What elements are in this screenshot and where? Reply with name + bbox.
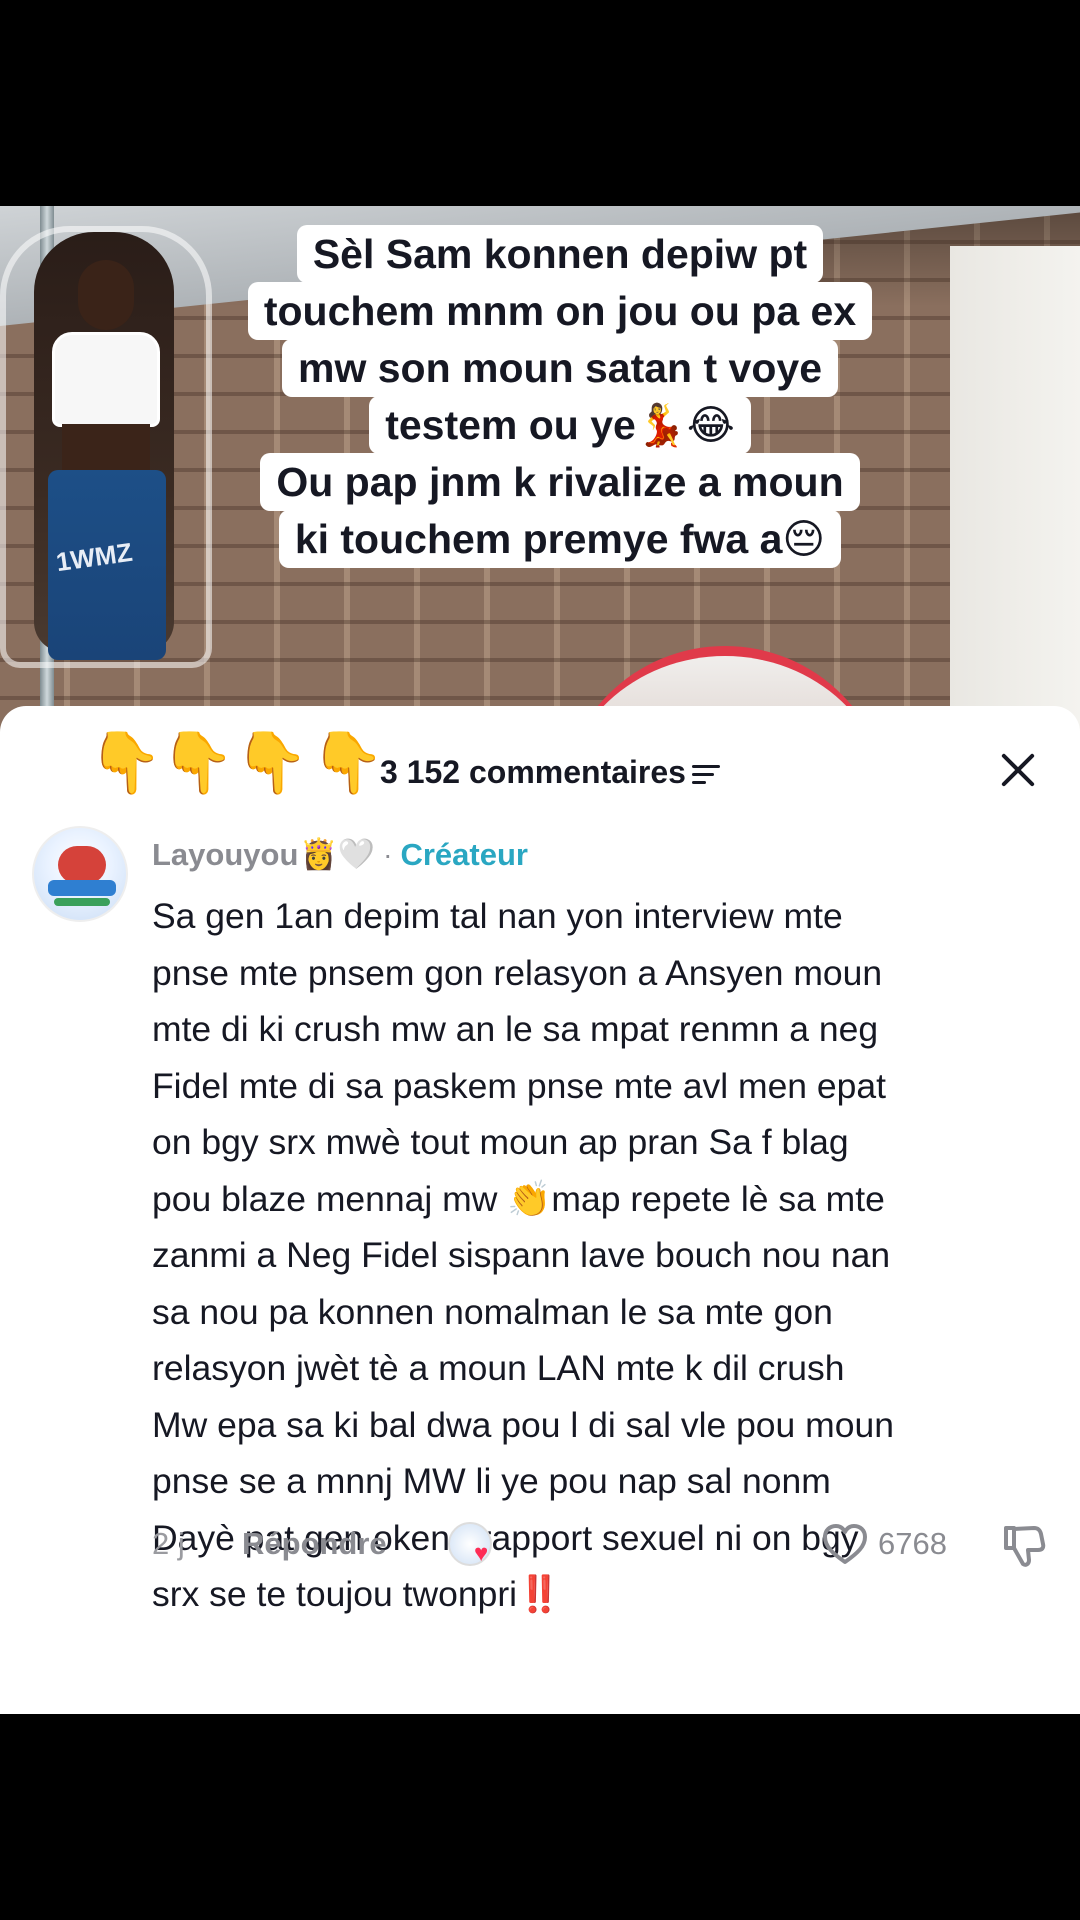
comment-line: Sa gen 1an depim tal nan yon interview m…: [152, 896, 843, 936]
comment-line: Fidel mte di sa paskem pnse mte avl men …: [152, 1065, 887, 1106]
reply-button[interactable]: Répondre: [242, 1526, 387, 1562]
sort-icon[interactable]: [691, 761, 722, 785]
comment-line: pnse mte pnsem gon relasyon a Ansyen mou…: [152, 952, 883, 993]
like-count: 6768: [878, 1526, 947, 1561]
comment-line: relasyon jwèt tè a moun LAN mte k dil cr…: [152, 1348, 845, 1388]
avatar[interactable]: [32, 826, 128, 922]
video-caption: Sèl Sam konnen depiw pt touchem mnm on j…: [210, 225, 910, 568]
pointing-down-emoji: 👇: [234, 729, 309, 796]
comment-line: Mw epa sa ki bal dwa pou l di sal vle po…: [152, 1404, 894, 1445]
comment-line: sa nou pa konnen nomalman le sa mte gon: [152, 1291, 833, 1332]
person-sticker: 1WMZ: [0, 226, 212, 668]
comment-line: mte di ki crush mw an le sa mpat renmn a…: [152, 1009, 879, 1049]
caption-line: testem ou ye💃😂: [369, 396, 751, 454]
comment-meta: Layouyou 👸🤍 · Créateur: [152, 832, 528, 878]
sticker-outline: [0, 226, 212, 668]
comments-header: 👇 👇 👇 👇 3 152 commentaires: [0, 716, 1080, 816]
comment-line: on bgy srx mwè tout moun ap pran Sa f bl…: [152, 1122, 849, 1162]
pointing-down-emoji: 👇: [310, 729, 385, 796]
like-icon[interactable]: [820, 1520, 870, 1570]
pointing-down-emoji: 👇: [160, 729, 235, 796]
comment-line: zanmi a Neg Fidel sispann lave bouch nou…: [152, 1235, 891, 1275]
creator-badge: Créateur: [400, 837, 528, 872]
comment-text: Sa gen 1an depim tal nan yon interview m…: [152, 888, 1052, 1623]
comment-username[interactable]: Layouyou: [152, 832, 298, 878]
close-icon[interactable]: [994, 746, 1042, 794]
pointing-down-emoji: 👇: [88, 729, 163, 796]
heart-icon: ♥: [474, 1540, 489, 1567]
caption-line: touchem mnm on jou ou pa ex: [247, 282, 873, 340]
comment-count-label: 3 152 commentaires: [380, 754, 686, 790]
dislike-icon[interactable]: [998, 1520, 1048, 1570]
comment-line: pnse se a mnnj MW li ye pou nap sal nonm: [152, 1461, 831, 1501]
caption-line: Ou pap jnm k rivalize a moun: [260, 453, 860, 511]
username-emojis: 👸🤍: [300, 838, 376, 871]
comment-count-sort[interactable]: 3 152 commentaires: [380, 754, 722, 791]
caption-line: Sèl Sam konnen depiw pt: [296, 225, 824, 283]
caption-line: ki touchem premye fwa a😔: [278, 510, 842, 568]
bottom-black-bar: [0, 1714, 1080, 1920]
comment-timestamp: 2 j: [152, 1526, 185, 1561]
caption-line: mw son moun satan t voye: [282, 339, 838, 397]
screen: 1WMZ Sèl Sam konnen depiw pt touchem mnm…: [0, 0, 1080, 1920]
comment-line: pou blaze mennaj mw 👏map repete lè sa mt…: [152, 1178, 885, 1219]
meta-separator: ·: [383, 839, 393, 870]
comment-actions: 2 j Répondre ♥ 6768: [152, 1516, 1052, 1576]
white-wall: [950, 246, 1080, 766]
